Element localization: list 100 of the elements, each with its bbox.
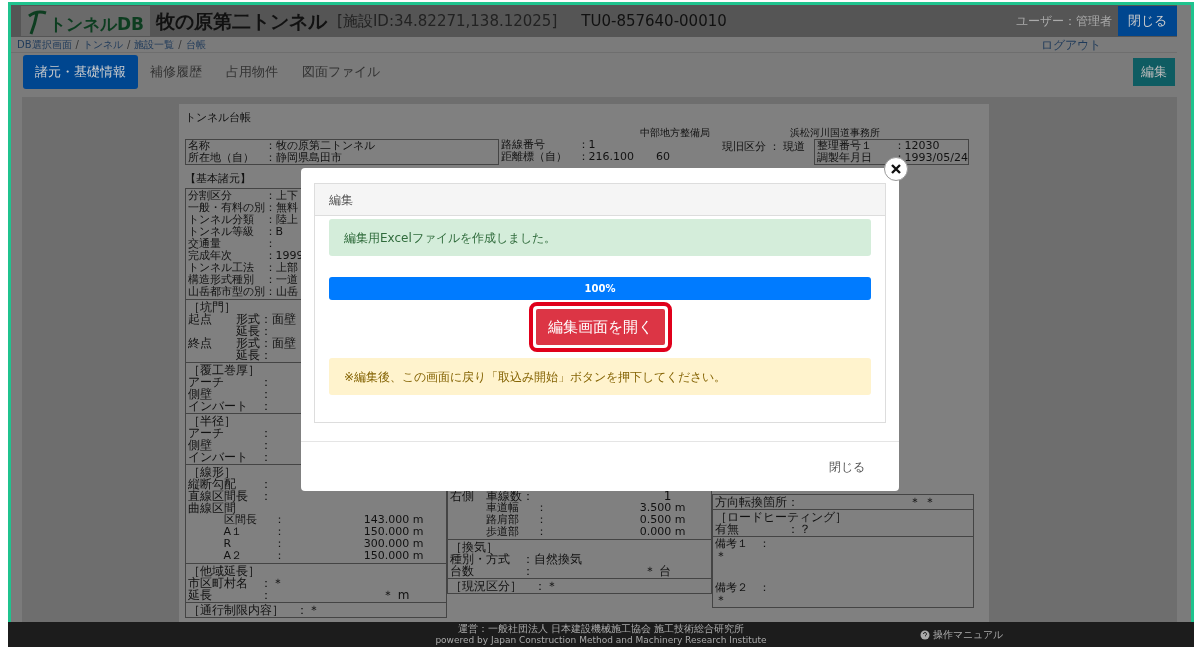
ledger-text: ： xyxy=(259,451,272,463)
ledger-text: トンネル工法 xyxy=(187,262,255,274)
ledger-text: 曲線区間 xyxy=(187,502,236,514)
ledger-text: ［現況区分］ xyxy=(449,580,522,592)
logo-mark-icon xyxy=(27,10,47,36)
ledger-text: 0.500 m xyxy=(638,514,686,526)
ledger-text: 3.500 m xyxy=(638,502,686,514)
ledger-text: ：＊ xyxy=(532,580,558,592)
ledger-text: 現旧区分 ： 現道 xyxy=(721,138,806,155)
ledger-text: ［換気］ xyxy=(449,541,498,553)
tab[interactable]: 補修履歴 xyxy=(138,55,214,89)
ledger-text: ：面壁 xyxy=(259,337,296,349)
ledger-text: ［半径］ xyxy=(187,415,236,427)
manual-link[interactable]: 操作マニュアル xyxy=(920,627,1003,642)
tab[interactable]: 諸元・基礎情報 xyxy=(23,55,138,89)
ledger-text: ［坑門］ xyxy=(187,301,236,313)
tab[interactable]: 占用物件 xyxy=(214,55,290,89)
ledger-text: ： xyxy=(273,550,286,562)
ledger-text: 延長 xyxy=(234,325,260,337)
ledger-text: ＊ ＊ xyxy=(907,496,937,508)
ledger-text: ： xyxy=(259,427,272,439)
ledger-text: ＊ xyxy=(714,550,727,562)
breadcrumb-link[interactable]: DB選択画面 xyxy=(17,37,72,52)
breadcrumb-link[interactable]: 台帳 xyxy=(185,37,206,52)
ledger-text: 路線番号 xyxy=(500,138,546,151)
ledger-text: 分割区分 xyxy=(187,190,233,202)
ledger-text: ： xyxy=(259,325,272,337)
ledger-text: 終点 形式 xyxy=(187,337,260,349)
ledger-text: 備考２ ： xyxy=(714,582,770,594)
ledger-text: 延長 xyxy=(234,349,260,361)
ledger-text: ：216.100 60 xyxy=(577,150,670,163)
ledger-text: ： xyxy=(273,514,286,526)
ledger-text: ： xyxy=(264,238,276,250)
ledger-text: ＊ 台 xyxy=(642,565,672,577)
help-icon xyxy=(920,629,930,640)
ledger-text: 種別・方式 xyxy=(449,553,511,565)
breadcrumb-link[interactable]: トンネル xyxy=(82,37,123,52)
ledger-text: ： xyxy=(535,526,548,538)
ledger-text: 完成年次 xyxy=(187,250,233,262)
edit-button[interactable]: 編集 xyxy=(1133,58,1175,86)
ledger-text: 距離標（自） xyxy=(500,150,568,163)
ledger-text: 市区町村名 xyxy=(187,577,248,589)
open-editor-button[interactable]: 編集画面を開く xyxy=(535,309,665,345)
ledger-text: ： xyxy=(259,349,272,361)
breadcrumb-separator: / xyxy=(125,38,132,52)
close-button[interactable]: 閉じる xyxy=(829,457,865,476)
ledger-text: インバート xyxy=(187,451,249,463)
ledger-text: ： xyxy=(259,490,272,502)
ledger-text: 起点 形式 xyxy=(187,313,260,325)
ledger-text: 縦断勾配 xyxy=(187,478,236,490)
ledger-text: ：＊ xyxy=(294,604,320,616)
breadcrumb-separator: / xyxy=(177,38,183,52)
ledger-text: ：12030 xyxy=(893,139,940,152)
ledger-text: トンネル分類 xyxy=(187,214,255,226)
logout-link[interactable]: ログアウト xyxy=(1041,38,1101,52)
ledger-text: ： xyxy=(273,538,286,550)
ledger-text: ： xyxy=(259,388,272,400)
branch-name: 浜松河川国道事務所 xyxy=(789,126,880,139)
footer-text: powered by Japan Construction Method and Machinery Research Institute xyxy=(435,635,767,646)
modal-title: 編集 xyxy=(329,191,353,209)
ledger-title: トンネル台帳 xyxy=(184,110,251,126)
ledger-text: 方向転換箇所 xyxy=(714,496,787,508)
facility-title: 牧の原第二トンネル xyxy=(156,8,328,34)
ledger-text: トンネル等級 xyxy=(187,226,255,238)
ledger-text: 150.000 m xyxy=(362,550,424,562)
ledger-text: ：面壁 xyxy=(259,313,296,325)
ledger-text: ：牧の原第二トンネル xyxy=(264,139,375,152)
ledger-text: インバート xyxy=(187,400,249,412)
ledger-text: 台数 xyxy=(449,565,475,577)
ledger-text: 山岳都市型の別 xyxy=(187,286,265,298)
ledger-text: 区間長 xyxy=(223,514,258,526)
ledger-text: ＊ m xyxy=(381,589,410,601)
ledger-text: ［他域延長］ xyxy=(187,565,260,577)
ledger-text: ： xyxy=(259,478,272,490)
ledger-text: ： xyxy=(259,589,273,601)
tab[interactable]: 図面ファイル xyxy=(290,55,392,89)
ledger-text: ：＊ xyxy=(259,577,284,589)
ledger-text: 側壁 xyxy=(187,388,212,400)
ledger-text: 交通量 xyxy=(187,238,222,250)
ledger-text: アーチ xyxy=(187,376,224,388)
ledger-text: 所在地（自） xyxy=(187,151,255,164)
ledger-text: ： xyxy=(259,400,272,412)
ledger-text: ： xyxy=(786,496,800,508)
progress-bar: 100% xyxy=(329,277,871,300)
ledger-text: 有無 xyxy=(714,523,740,535)
close-button[interactable]: 閉じる xyxy=(1118,6,1177,36)
ledger-text: A２ xyxy=(223,550,244,562)
ledger-text: 名称 xyxy=(187,139,211,152)
ledger-text: ： xyxy=(521,490,535,502)
ledger-text: R xyxy=(223,538,233,550)
ledger-text: ：一道 xyxy=(264,274,298,286)
ledger-text: 直線区間長 xyxy=(187,490,249,502)
ledger-text: 構造形式種別 xyxy=(187,274,255,286)
office-name: 中部地方整備局 xyxy=(639,126,710,139)
footer-text: 運営：一般社団法人 日本建設機械施工協会 施工技術総合研究所 xyxy=(457,623,745,635)
ledger-text: ：上部 xyxy=(264,262,298,274)
ledger-text: 路肩部 xyxy=(485,514,520,526)
ledger-text: 0.000 m xyxy=(638,526,686,538)
ledger-text: 調製年月日 xyxy=(816,151,873,164)
ledger-text: ：陸上 xyxy=(264,214,298,226)
